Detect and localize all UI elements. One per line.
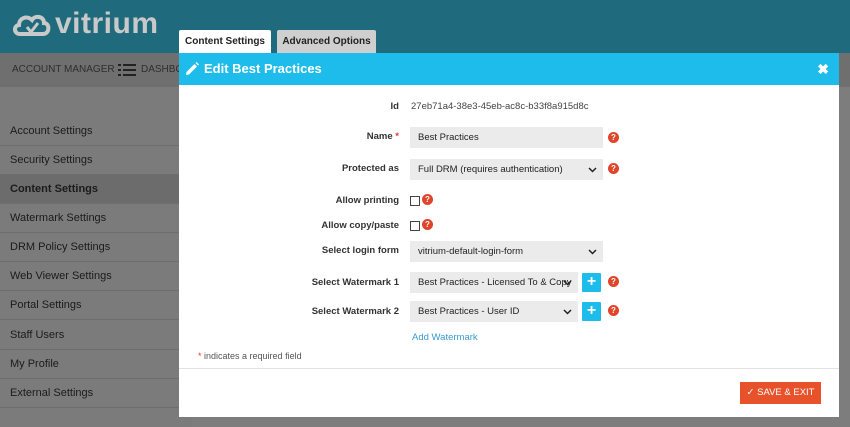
save-exit-label: SAVE & EXIT: [757, 387, 815, 398]
save-exit-button[interactable]: ✓ SAVE & EXIT: [740, 382, 821, 404]
copy-checkbox[interactable]: [410, 221, 420, 231]
protected-label: Protected as: [341, 163, 399, 174]
chevron-down-icon: [588, 167, 597, 173]
pencil-icon: [186, 62, 199, 75]
tab-content-settings[interactable]: Content Settings: [179, 30, 271, 54]
required-note-text: indicates a required field: [201, 351, 302, 361]
sidebar-item-watermark-settings[interactable]: Watermark Settings: [0, 204, 179, 233]
logo: vitrium: [11, 6, 159, 42]
add-watermark-link[interactable]: Add Watermark: [412, 332, 478, 343]
logo-text: vitrium: [55, 7, 159, 40]
sidebar-item-account-settings[interactable]: Account Settings: [0, 117, 179, 146]
required-asterisk: *: [395, 131, 399, 142]
list-icon: [118, 64, 136, 76]
name-label-text: Name: [366, 131, 393, 142]
required-note: * indicates a required field: [198, 351, 302, 361]
close-icon[interactable]: ✖: [817, 53, 829, 85]
cloud-logo-icon: [13, 14, 51, 36]
watermark2-help-icon[interactable]: ?: [608, 305, 619, 316]
modal-header: Edit Best Practices ✖: [179, 53, 839, 85]
copy-label: Allow copy/paste: [321, 220, 399, 231]
login-form-value: vitrium-default-login-form: [418, 246, 524, 257]
login-form-label: Select login form: [321, 245, 399, 256]
name-label: Name *: [179, 131, 399, 142]
sidebar-item-drm-policy-settings[interactable]: DRM Policy Settings: [0, 233, 179, 262]
sidebar-item-content-settings[interactable]: Content Settings: [0, 175, 179, 204]
sidebar-item-security-settings[interactable]: Security Settings: [0, 146, 179, 175]
watermark1-label: Select Watermark 1: [311, 277, 399, 288]
login-form-select[interactable]: vitrium-default-login-form: [410, 241, 603, 262]
name-help-icon[interactable]: ?: [608, 132, 619, 143]
chevron-down-icon: [588, 249, 597, 255]
name-field[interactable]: Best Practices: [410, 127, 603, 148]
printing-label: Allow printing: [335, 195, 399, 206]
footer-divider: [179, 368, 839, 369]
sidebar-item-external-settings[interactable]: External Settings: [0, 379, 179, 408]
watermark2-label: Select Watermark 2: [311, 306, 399, 317]
printing-checkbox[interactable]: [410, 196, 420, 206]
printing-help-icon[interactable]: ?: [422, 194, 433, 205]
sidebar-item-portal-settings[interactable]: Portal Settings: [0, 291, 179, 320]
nav-dashboard[interactable]: DASHBO: [118, 53, 183, 87]
watermark1-help-icon[interactable]: ?: [608, 276, 619, 287]
chevron-down-icon: [563, 280, 572, 286]
id-label: Id: [390, 101, 399, 112]
copy-help-icon[interactable]: ?: [422, 219, 433, 230]
watermark2-value: Best Practices - User ID: [418, 306, 520, 317]
sidebar-item-web-viewer-settings[interactable]: Web Viewer Settings: [0, 262, 179, 291]
top-bar: vitrium: [0, 0, 850, 53]
modal-title: Edit Best Practices: [204, 61, 322, 76]
chevron-down-icon: [563, 309, 572, 315]
sidebar-item-staff-users[interactable]: Staff Users: [0, 321, 179, 350]
add-watermark1-button[interactable]: +: [582, 273, 601, 292]
edit-modal: Edit Best Practices ✖ Id 27eb71a4-38e3-4…: [179, 53, 839, 417]
protected-select[interactable]: Full DRM (requires authentication): [410, 159, 603, 180]
watermark1-select[interactable]: Best Practices - Licensed To & Copy: [410, 272, 578, 293]
protected-help-icon[interactable]: ?: [608, 163, 619, 174]
watermark1-value: Best Practices - Licensed To & Copy: [418, 277, 572, 288]
check-icon: ✓: [746, 387, 755, 398]
watermark2-select[interactable]: Best Practices - User ID: [410, 301, 578, 322]
nav-dashboard-label: DASHBO: [141, 64, 184, 75]
tab-advanced-options[interactable]: Advanced Options: [277, 30, 376, 54]
protected-value: Full DRM (requires authentication): [418, 164, 563, 175]
sidebar: Account Settings Security Settings Conte…: [0, 87, 192, 427]
id-value: 27eb71a4-38e3-45eb-ac8c-b33f8a915d8c: [411, 101, 589, 112]
nav-account-manager[interactable]: ACCOUNT MANAGER: [12, 53, 115, 87]
add-watermark2-button[interactable]: +: [582, 302, 601, 321]
sidebar-item-my-profile[interactable]: My Profile: [0, 350, 179, 379]
